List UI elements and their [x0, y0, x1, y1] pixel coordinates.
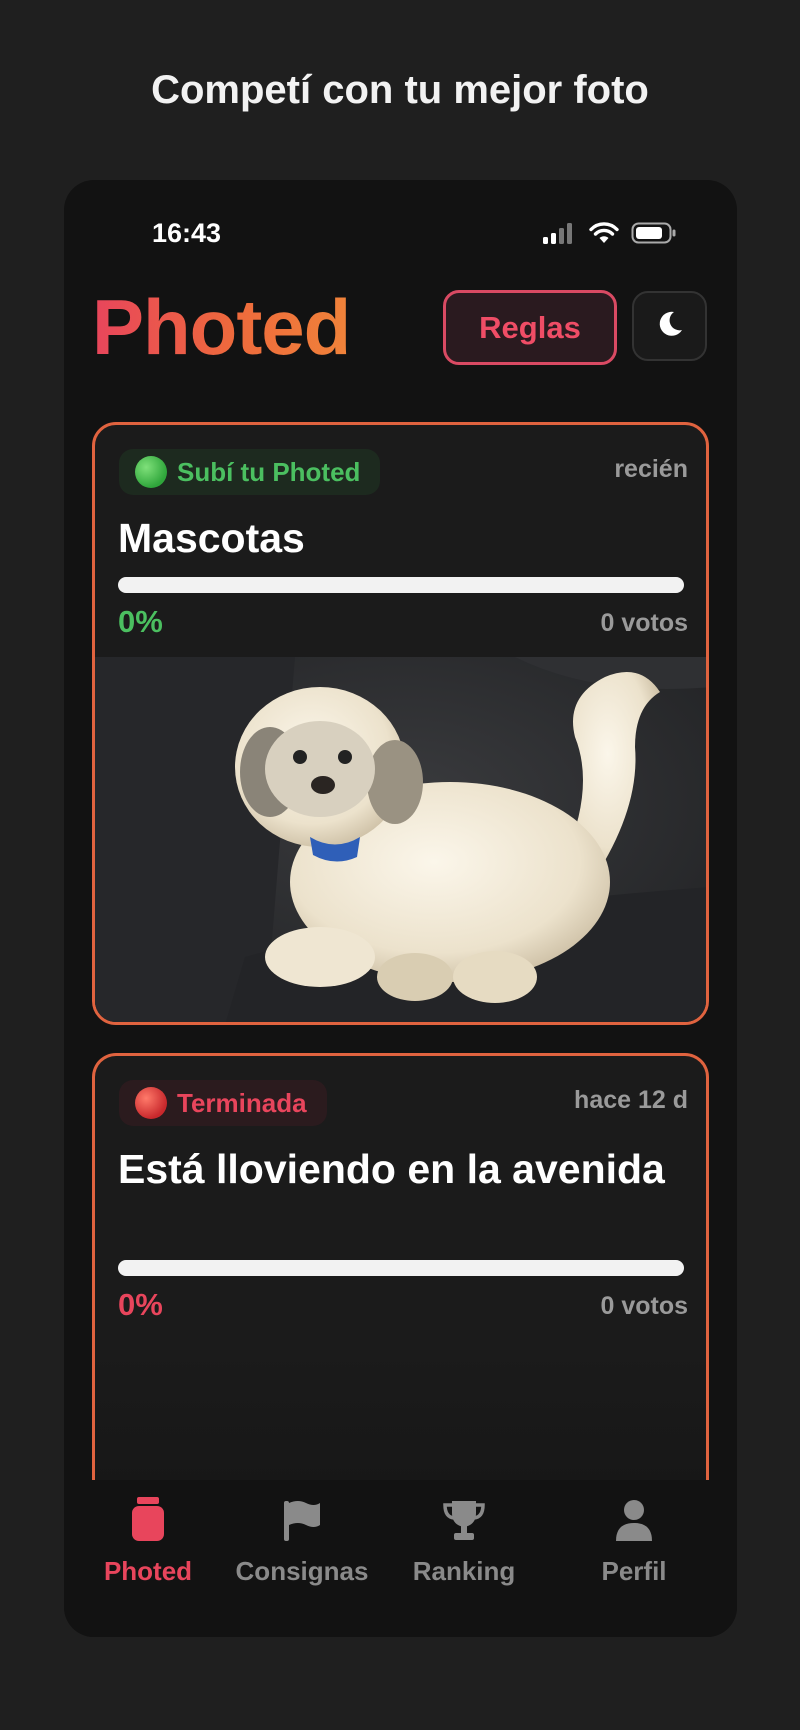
card-timestamp: hace 12 d	[574, 1086, 688, 1114]
challenge-card[interactable]: Subí tu Photed recién Mascotas 0% 0 voto…	[92, 422, 709, 1025]
card-title: Está lloviendo en la avenida	[118, 1146, 665, 1192]
app-header: Photed Reglas	[64, 280, 737, 371]
red-circle-icon	[135, 1087, 167, 1119]
trophy-icon	[443, 1499, 485, 1546]
vote-progress-bar	[118, 1260, 684, 1276]
status-badge: Subí tu Photed	[119, 449, 381, 495]
card-photo[interactable]	[95, 657, 706, 1022]
tab-label: Ranking	[412, 1556, 516, 1586]
status-bar: 16:43	[64, 216, 737, 256]
status-badge-label: Subí tu Photed	[177, 456, 361, 487]
status-time: 16:43	[152, 218, 222, 248]
phone-screen: 16:43 Photed Reglas Subí tu Photed recié…	[64, 180, 737, 1637]
app-logo: Photed	[92, 283, 351, 371]
status-badge-label: Terminada	[177, 1087, 307, 1118]
card-title: Mascotas	[118, 515, 305, 561]
vote-progress-bar	[118, 577, 684, 593]
tab-consignas[interactable]: Consignas	[218, 1500, 386, 1587]
status-badge: Terminada	[119, 1080, 327, 1126]
vote-percent: 0%	[118, 1287, 163, 1322]
rules-button[interactable]: Reglas	[443, 290, 617, 365]
jar-icon	[131, 1497, 165, 1546]
tagline: Competí con tu mejor foto	[151, 68, 649, 112]
tab-label: Perfil	[601, 1556, 667, 1586]
dog-photo-illustration	[95, 657, 706, 1022]
tab-bar: Photed Consignas Ranking Perfil	[64, 1480, 737, 1637]
battery-icon	[631, 222, 677, 249]
flag-icon	[282, 1499, 322, 1546]
vote-percent: 0%	[118, 604, 163, 639]
vote-count: 0 votos	[600, 1292, 688, 1320]
vote-count: 0 votos	[600, 609, 688, 637]
green-circle-icon	[135, 456, 167, 488]
card-timestamp: recién	[614, 455, 688, 483]
tab-label: Consignas	[235, 1556, 369, 1586]
tab-ranking[interactable]: Ranking	[380, 1500, 548, 1587]
theme-toggle-button[interactable]	[632, 291, 707, 361]
tab-label: Photed	[103, 1556, 193, 1586]
tab-perfil[interactable]: Perfil	[550, 1500, 718, 1587]
cellular-signal-icon	[543, 222, 577, 249]
wifi-icon	[589, 222, 619, 249]
person-icon	[615, 1499, 653, 1546]
tab-photed[interactable]: Photed	[64, 1497, 232, 1587]
moon-icon	[654, 308, 686, 345]
